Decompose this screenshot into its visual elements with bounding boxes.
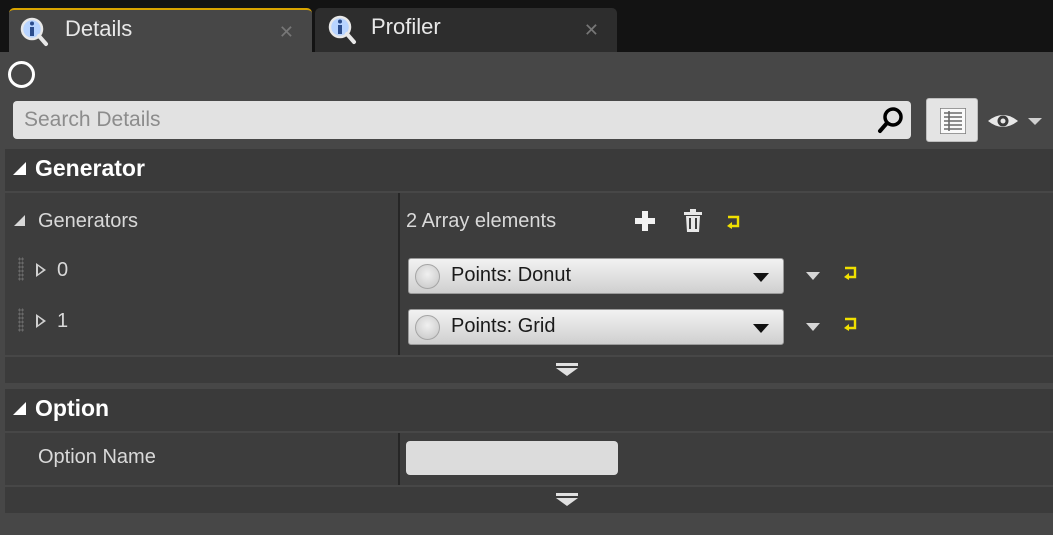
view-options-eye-icon[interactable]	[986, 106, 1046, 136]
generator-class-dropdown[interactable]: Points: Donut	[408, 258, 784, 294]
dropdown-value: Points: Donut	[451, 264, 572, 286]
class-circle-icon	[415, 264, 440, 289]
search-input[interactable]	[13, 101, 863, 139]
tab-profiler-label: Profiler	[371, 14, 441, 39]
info-magnifier-icon	[20, 17, 48, 46]
property-matrix-button[interactable]	[926, 98, 978, 142]
search-icon[interactable]	[877, 106, 905, 134]
expand-arrow-icon[interactable]	[36, 314, 46, 328]
class-circle-icon	[415, 315, 440, 340]
column-divider[interactable]	[398, 193, 400, 355]
tab-details-label: Details	[65, 16, 133, 41]
column-divider[interactable]	[398, 433, 400, 485]
options-dropdown-icon[interactable]	[806, 272, 820, 280]
close-icon[interactable]: ✕	[584, 20, 599, 41]
chevron-down-icon	[753, 324, 769, 333]
generator-properties: Generators 2 Array elements 0 Points: Do…	[5, 193, 1053, 355]
collapse-arrow-icon	[13, 162, 26, 175]
expand-advanced-icon	[556, 363, 578, 376]
reset-to-default-icon[interactable]	[843, 317, 859, 331]
grid-view-icon	[940, 108, 966, 134]
array-index-label: 1	[57, 310, 69, 332]
generators-label: Generators	[38, 210, 139, 232]
category-title: Generator	[35, 155, 145, 181]
search-bar	[13, 101, 911, 139]
drag-handle-icon[interactable]	[18, 257, 24, 281]
collapse-arrow-icon	[13, 402, 26, 415]
add-element-icon[interactable]	[634, 210, 656, 232]
option-advanced-toggle[interactable]	[5, 487, 1053, 513]
tab-bar: Details ✕ Profiler ✕	[0, 0, 1053, 52]
delete-trash-icon[interactable]	[682, 209, 704, 233]
collapse-arrow-icon[interactable]	[14, 215, 25, 226]
generator-class-dropdown[interactable]: Points: Grid	[408, 309, 784, 345]
expand-advanced-icon	[556, 493, 578, 506]
info-magnifier-icon	[328, 15, 356, 44]
option-name-field[interactable]	[406, 441, 618, 475]
array-element-count: 2 Array elements	[406, 210, 557, 232]
array-index-label: 0	[57, 259, 69, 281]
tab-profiler[interactable]: Profiler ✕	[315, 8, 617, 52]
tab-details[interactable]: Details ✕	[9, 8, 312, 52]
options-dropdown-icon[interactable]	[806, 323, 820, 331]
category-generator-header[interactable]: Generator	[5, 149, 1053, 191]
option-name-label: Option Name	[38, 446, 156, 468]
category-title: Option	[35, 395, 110, 421]
category-option-header[interactable]: Option	[5, 389, 1053, 431]
reset-to-default-icon[interactable]	[843, 266, 859, 280]
loading-circle-icon	[8, 61, 35, 88]
expand-arrow-icon[interactable]	[36, 263, 46, 277]
chevron-down-icon	[753, 273, 769, 282]
generator-advanced-toggle[interactable]	[5, 357, 1053, 383]
drag-handle-icon[interactable]	[18, 308, 24, 332]
details-panel: Generator Generators 2 Array elements 0	[0, 52, 1053, 535]
close-icon[interactable]: ✕	[279, 22, 294, 43]
dropdown-value: Points: Grid	[451, 315, 556, 337]
reset-to-default-icon[interactable]	[726, 215, 742, 229]
